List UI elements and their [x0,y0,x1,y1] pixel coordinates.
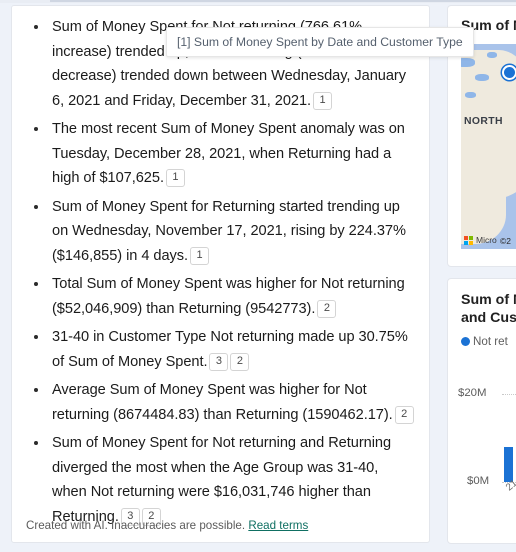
map-copyright-label: ©2 [500,236,511,246]
chart-card-title-line1: Sum of M [461,292,516,308]
status-badge[interactable]: 2 [317,299,337,318]
list-item[interactable]: The most recent Sum of Money Spent anoma… [26,117,415,191]
map-attribution: Micro [464,235,497,245]
legend-swatch-icon [461,337,470,346]
map-landmass-shape-secondary [461,164,506,244]
map-region-label: NORTH [464,116,503,127]
panel-footer: Created with AI. Inaccuracies are possib… [12,519,429,542]
insights-panel: Sum of Money Spent for Not returning (76… [11,5,430,543]
ai-disclaimer-text: Created with AI. Inaccuracies are possib… [26,519,246,532]
status-badge[interactable]: 1 [190,246,210,265]
chart-card-title-line2: and Cust [461,310,516,326]
chart-bars-group [504,394,516,482]
status-badge[interactable]: 2 [394,405,414,424]
chart-plot-area: $20M $0M 21-3031-4041-5051-60 [448,387,516,519]
y-axis-tick-label: $0M [467,475,490,487]
map-location-pin-icon[interactable] [502,65,516,80]
insight-text: Total Sum of Money Spent was higher for … [52,276,405,317]
microsoft-logo-icon [464,235,473,245]
read-terms-link[interactable]: Read terms [248,519,308,532]
tooltip: [1] Sum of Money Spent by Date and Custo… [166,27,474,57]
bar-chart-visual-card[interactable]: Sum of M and Cust Not ret $20M $0M 21-30… [447,278,516,544]
status-badge[interactable]: 2 [230,352,250,371]
y-axis-tick-label: $20M [458,387,487,399]
viewport-top-edge [50,0,516,2]
list-item[interactable]: Total Sum of Money Spent was higher for … [26,272,415,321]
tooltip-label: [1] Sum of Money Spent by Date and Custo… [177,35,463,49]
insight-text: Sum of Money Spent for Returning started… [52,198,406,264]
map-water-body [475,74,489,81]
status-badge[interactable]: 1 [313,91,333,110]
legend-label-not-returning: Not ret [473,335,508,348]
insight-text: Sum of Money Spent for Not returning and… [52,435,392,525]
map-water-body [487,52,497,58]
list-item[interactable]: Sum of Money Spent for Not returning and… [26,431,415,529]
list-item[interactable]: Sum of Money Spent for Returning started… [26,195,415,269]
visualization-column: Sum of M NORTH Micro ©2 Sum of M and Cus… [447,5,516,544]
insights-list: Sum of Money Spent for Not returning (76… [12,6,429,529]
map-attribution-label: Micro [476,235,497,245]
insight-text: The most recent Sum of Money Spent anoma… [52,121,405,186]
x-axis-tick-group: 21-3031-4041-5051-60 [504,469,516,507]
status-badge[interactable]: 1 [165,169,185,187]
insight-text: Average Sum of Money Spent was higher fo… [52,382,393,423]
list-item[interactable]: 31-40 in Customer Type Not returning mad… [26,325,415,374]
map-water-body [461,58,475,67]
list-item[interactable]: Average Sum of Money Spent was higher fo… [26,378,415,427]
map-water-body [465,92,476,98]
map-canvas[interactable]: NORTH Micro ©2 [461,44,516,249]
chart-legend[interactable]: Not ret [448,327,516,348]
status-badge[interactable]: 3 [209,352,229,371]
